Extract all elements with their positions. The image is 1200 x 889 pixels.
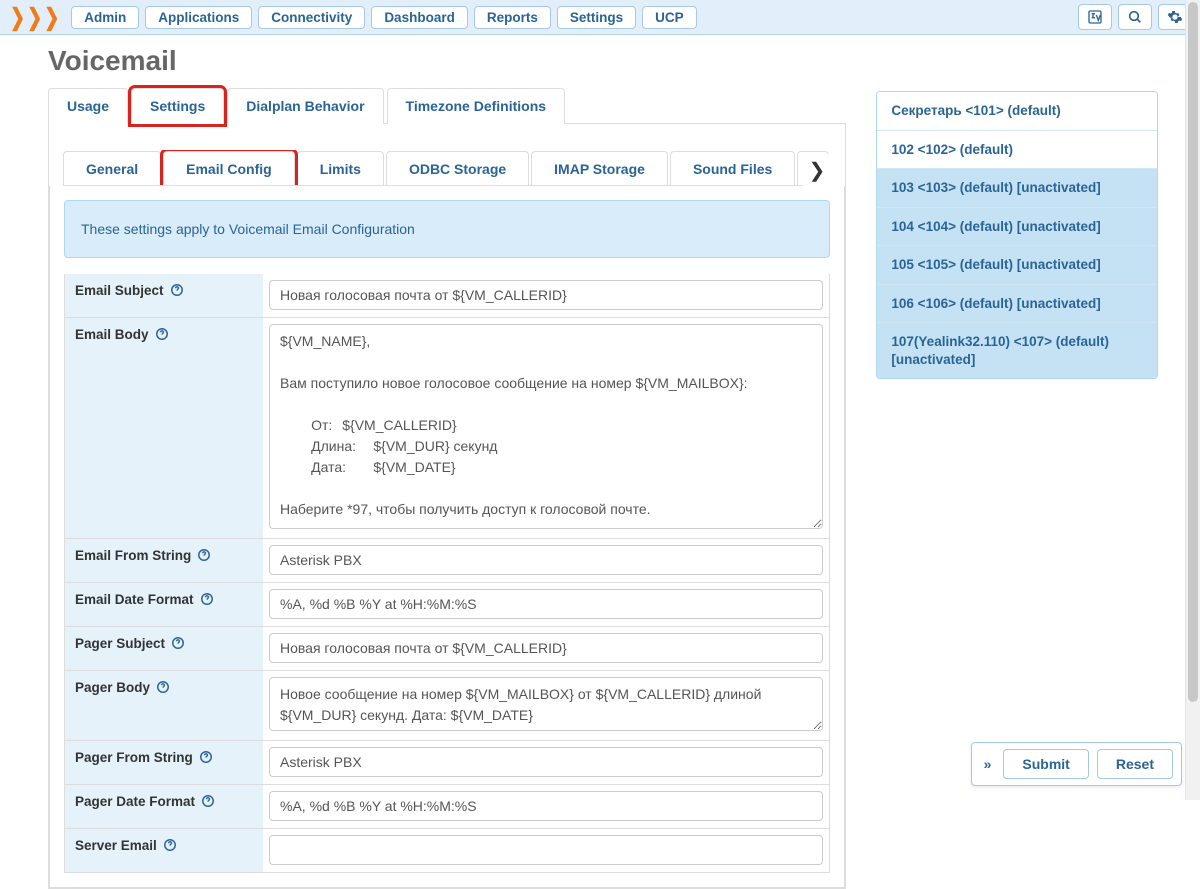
email-subject-input[interactable]	[269, 280, 823, 310]
reset-button[interactable]: Reset	[1097, 749, 1173, 779]
subtab-email-config[interactable]: Email Config	[163, 151, 295, 186]
nav-admin[interactable]: Admin	[71, 6, 139, 29]
submit-button[interactable]: Submit	[1003, 749, 1088, 779]
tab-usage[interactable]: Usage	[48, 88, 128, 124]
page-title: Voicemail	[48, 45, 1180, 77]
help-icon[interactable]	[163, 838, 177, 853]
mailbox-item[interactable]: 102 <102> (default)	[877, 131, 1157, 170]
tab-timezone-definitions[interactable]: Timezone Definitions	[387, 88, 566, 124]
top-nav: ❯❯❯ Admin Applications Connectivity Dash…	[0, 0, 1200, 35]
chevron-right-icon[interactable]: ❯	[803, 154, 832, 187]
collapse-icon[interactable]: »	[980, 754, 996, 774]
label-email-date: Email Date Format	[65, 583, 263, 626]
nav-applications[interactable]: Applications	[145, 6, 252, 29]
pager-subject-input[interactable]	[269, 633, 823, 663]
scrollbar-thumb[interactable]	[1188, 2, 1198, 702]
mailbox-item[interactable]: Секретарь <101> (default)	[877, 92, 1157, 131]
subtab-general[interactable]: General	[63, 151, 161, 186]
mailbox-item[interactable]: 104 <104> (default) [unactivated]	[877, 208, 1157, 247]
pager-date-input[interactable]	[269, 791, 823, 821]
help-icon[interactable]	[199, 750, 213, 765]
mailbox-item[interactable]: 107(Yealink32.110) <107> (default) [unac…	[877, 323, 1157, 378]
help-icon[interactable]	[197, 548, 211, 563]
mailbox-item[interactable]: 103 <103> (default) [unactivated]	[877, 169, 1157, 208]
nav-dashboard[interactable]: Dashboard	[371, 6, 468, 29]
subtab-imap-storage[interactable]: IMAP Storage	[531, 151, 668, 186]
email-body-textarea[interactable]	[269, 324, 823, 529]
nav-settings[interactable]: Settings	[557, 6, 636, 29]
help-icon[interactable]	[171, 636, 185, 651]
search-icon[interactable]	[1118, 4, 1152, 30]
subtab-odbc-storage[interactable]: ODBC Storage	[386, 151, 529, 186]
label-pager-body: Pager Body	[65, 671, 263, 740]
logo: ❯❯❯	[8, 8, 65, 26]
language-icon[interactable]	[1078, 4, 1112, 30]
sub-tabs: General Email Config Limits ODBC Storage…	[63, 150, 831, 186]
mailbox-item[interactable]: 106 <106> (default) [unactivated]	[877, 285, 1157, 324]
mailbox-item[interactable]: 105 <105> (default) [unactivated]	[877, 246, 1157, 285]
label-pager-from: Pager From String	[65, 741, 263, 784]
pager-from-input[interactable]	[269, 747, 823, 777]
help-icon[interactable]	[200, 592, 214, 607]
email-from-input[interactable]	[269, 545, 823, 575]
server-email-input[interactable]	[269, 835, 823, 865]
label-email-body: Email Body	[65, 318, 263, 538]
help-icon[interactable]	[201, 794, 215, 809]
subtab-sound-files[interactable]: Sound Files	[670, 151, 795, 186]
action-bar: » Submit Reset	[971, 742, 1182, 786]
tab-dialplan-behavior[interactable]: Dialplan Behavior	[227, 88, 383, 124]
help-icon[interactable]	[170, 283, 184, 298]
help-icon[interactable]	[155, 327, 169, 342]
subtab-limits[interactable]: Limits	[297, 151, 384, 186]
label-email-from: Email From String	[65, 539, 263, 582]
nav-reports[interactable]: Reports	[474, 6, 551, 29]
label-pager-date: Pager Date Format	[65, 785, 263, 828]
label-server-email: Server Email	[65, 829, 263, 872]
help-icon[interactable]	[156, 680, 170, 695]
pager-body-textarea[interactable]	[269, 677, 823, 731]
nav-connectivity[interactable]: Connectivity	[258, 6, 365, 29]
main-tabs: Usage Settings Dialplan Behavior Timezon…	[48, 87, 846, 124]
label-pager-subject: Pager Subject	[65, 627, 263, 670]
mailbox-sidebar: Секретарь <101> (default)102 <102> (defa…	[876, 91, 1158, 379]
tab-settings[interactable]: Settings	[131, 88, 224, 124]
label-email-subject: Email Subject	[65, 274, 263, 317]
nav-ucp[interactable]: UCP	[642, 6, 697, 29]
email-date-input[interactable]	[269, 589, 823, 619]
vertical-scrollbar[interactable]	[1185, 0, 1200, 800]
info-banner: These settings apply to Voicemail Email …	[64, 200, 830, 258]
